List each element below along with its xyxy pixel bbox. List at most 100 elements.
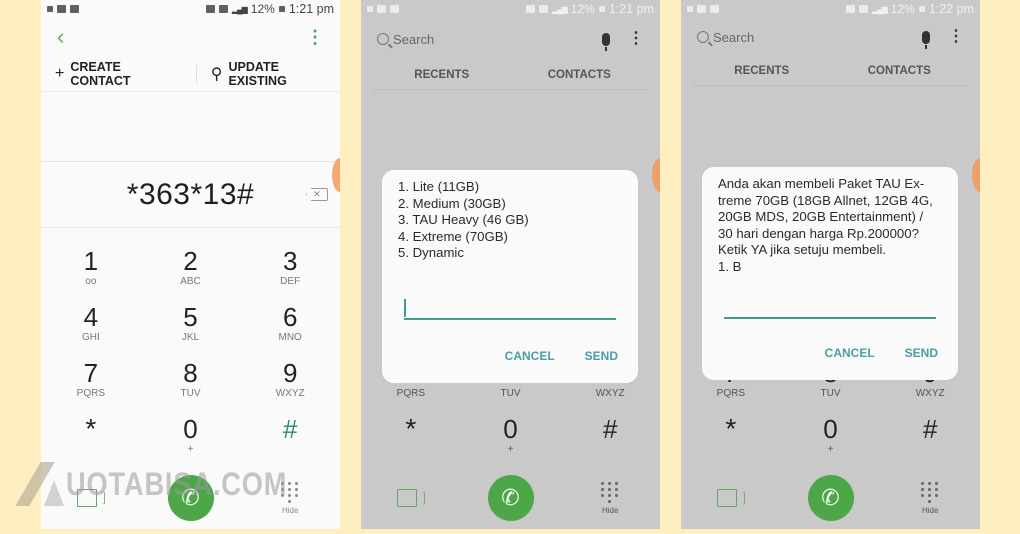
key-0[interactable]: 0 + bbox=[141, 413, 241, 469]
key-digit: * bbox=[405, 413, 417, 444]
call-button[interactable]: ✆ bbox=[167, 475, 214, 521]
key-digit: 5 bbox=[183, 302, 198, 332]
key-6[interactable]: 6MNO bbox=[240, 301, 340, 357]
key-letters: JKL bbox=[181, 332, 200, 343]
folder-icon bbox=[57, 5, 66, 13]
dialer-bottom-bar: ✆ Hide bbox=[681, 470, 980, 526]
search-icon bbox=[377, 33, 389, 45]
key-letters: TUV bbox=[820, 388, 841, 399]
key-digit: 0 bbox=[503, 414, 518, 444]
key-2[interactable]: 2ABC bbox=[141, 245, 241, 301]
search-bar[interactable]: Search ⋮ bbox=[697, 18, 964, 56]
ussd-reply-input[interactable] bbox=[724, 297, 936, 319]
status-bar: ▂▄▆ 12% 1:21 pm bbox=[361, 0, 660, 18]
phone-icon: ✆ bbox=[821, 485, 840, 510]
clock: 1:22 pm bbox=[928, 2, 974, 16]
key-5[interactable]: 5JKL bbox=[141, 301, 241, 357]
more-options-icon[interactable]: ⋮ bbox=[306, 28, 324, 46]
tab-contacts[interactable]: CONTACTS bbox=[831, 56, 969, 85]
key-digit: * bbox=[725, 413, 737, 444]
cast-icon bbox=[858, 5, 868, 13]
battery-percent: 12% bbox=[890, 2, 915, 16]
key-0[interactable]: 0 + bbox=[781, 413, 881, 469]
cancel-button[interactable]: CANCEL bbox=[825, 346, 875, 360]
key-letters: + bbox=[507, 444, 514, 455]
keypad-row: 1ᴏᴏ2ABC3DEF bbox=[41, 245, 340, 301]
key-hash[interactable]: # bbox=[880, 413, 980, 469]
key-8[interactable]: 8TUV bbox=[141, 357, 241, 413]
video-call-button[interactable] bbox=[41, 489, 141, 507]
ussd-menu-screen: ▂▄▆ 12% 1:21 pm Search ⋮ RECENTS CONTACT… bbox=[361, 0, 660, 529]
more-options-icon[interactable]: ⋮ bbox=[628, 31, 644, 47]
key-4[interactable]: 4GHI bbox=[41, 301, 141, 357]
tab-bar: RECENTS CONTACTS bbox=[693, 56, 968, 86]
key-hash[interactable]: # bbox=[560, 413, 660, 469]
ussd-message: Anda akan membeli Paket TAU Ex- treme 70… bbox=[718, 176, 933, 274]
keypad-grid-icon bbox=[601, 481, 619, 503]
microphone-icon[interactable] bbox=[922, 30, 930, 49]
keypad-row: 7PQRS8TUV9WXYZ bbox=[41, 357, 340, 413]
key-star[interactable]: * bbox=[361, 413, 461, 469]
key-hash[interactable]: # bbox=[240, 413, 340, 469]
key-letters: TUV bbox=[500, 388, 521, 399]
update-existing-label: UPDATE EXISTING bbox=[228, 59, 287, 88]
microphone-icon[interactable] bbox=[602, 32, 610, 51]
key-0[interactable]: 0 + bbox=[461, 413, 561, 469]
back-icon[interactable]: ‹ bbox=[57, 26, 64, 48]
cast-icon bbox=[538, 5, 548, 13]
key-star[interactable]: * bbox=[41, 413, 141, 469]
hide-keypad-button[interactable]: Hide bbox=[880, 481, 980, 515]
ussd-dialog: 1. Lite (11GB) 2. Medium (30GB) 3. TAU H… bbox=[382, 170, 638, 383]
number-display: *363*13# ✕ bbox=[41, 162, 340, 228]
video-call-button[interactable] bbox=[361, 489, 461, 507]
key-digit: 7 bbox=[83, 358, 99, 388]
update-existing-button[interactable]: ⚲ UPDATE EXISTING bbox=[211, 60, 340, 88]
data-speed-icon bbox=[47, 6, 53, 12]
edge-panel-handle[interactable] bbox=[972, 158, 980, 192]
more-options-icon[interactable]: ⋮ bbox=[948, 29, 964, 45]
keypad-grid-icon bbox=[921, 481, 939, 503]
key-star[interactable]: * bbox=[681, 413, 781, 469]
key-digit: # bbox=[282, 414, 298, 444]
edge-panel-handle[interactable] bbox=[652, 158, 660, 192]
tab-contacts[interactable]: CONTACTS bbox=[511, 60, 649, 89]
hide-keypad-button[interactable]: Hide bbox=[240, 481, 340, 515]
tab-bar: RECENTS CONTACTS bbox=[373, 60, 648, 90]
key-letters: PQRS bbox=[76, 388, 105, 399]
hide-keypad-button[interactable]: Hide bbox=[560, 481, 660, 515]
ussd-reply-input[interactable] bbox=[404, 298, 616, 320]
send-button[interactable]: SEND bbox=[905, 346, 938, 360]
key-1[interactable]: 1ᴏᴏ bbox=[41, 245, 141, 301]
search-placeholder: Search bbox=[713, 29, 755, 45]
backspace-icon[interactable]: ✕ bbox=[306, 188, 328, 201]
key-9[interactable]: 9WXYZ bbox=[240, 357, 340, 413]
plus-icon: + bbox=[55, 64, 65, 82]
data-speed-icon bbox=[367, 6, 373, 12]
tab-recents[interactable]: RECENTS bbox=[693, 56, 831, 85]
key-letters: GHI bbox=[81, 332, 100, 343]
search-bar[interactable]: Search ⋮ bbox=[377, 18, 644, 60]
key-digit: 0 bbox=[823, 414, 838, 444]
tab-recents[interactable]: RECENTS bbox=[373, 60, 511, 89]
video-call-button[interactable] bbox=[681, 489, 781, 507]
search-placeholder: Search bbox=[393, 31, 435, 47]
keypad-row: * 0 + # bbox=[361, 413, 660, 469]
key-7[interactable]: 7PQRS bbox=[41, 357, 141, 413]
key-3[interactable]: 3DEF bbox=[240, 245, 340, 301]
call-button[interactable]: ✆ bbox=[487, 475, 534, 521]
ussd-confirm-screen: ▂▄▆ 12% 1:22 pm Search ⋮ RECENTS CONTACT… bbox=[681, 0, 980, 529]
create-contact-button[interactable]: + CREATE CONTACT bbox=[55, 60, 184, 88]
send-button[interactable]: SEND bbox=[585, 349, 618, 363]
cancel-button[interactable]: CANCEL bbox=[505, 349, 555, 363]
battery-icon bbox=[278, 6, 285, 12]
data-speed-icon bbox=[687, 6, 693, 12]
dialer-topbar: ‹ ⋮ bbox=[41, 18, 340, 56]
video-camera-icon bbox=[76, 489, 105, 507]
battery-percent: 12% bbox=[250, 2, 275, 16]
signal-icon: ▂▄▆ bbox=[551, 4, 568, 14]
dialed-number[interactable]: *363*13# bbox=[127, 178, 254, 212]
cast-icon bbox=[218, 5, 228, 13]
alarm-icon bbox=[845, 5, 855, 13]
key-letters: + bbox=[187, 444, 194, 455]
call-button[interactable]: ✆ bbox=[807, 475, 854, 521]
